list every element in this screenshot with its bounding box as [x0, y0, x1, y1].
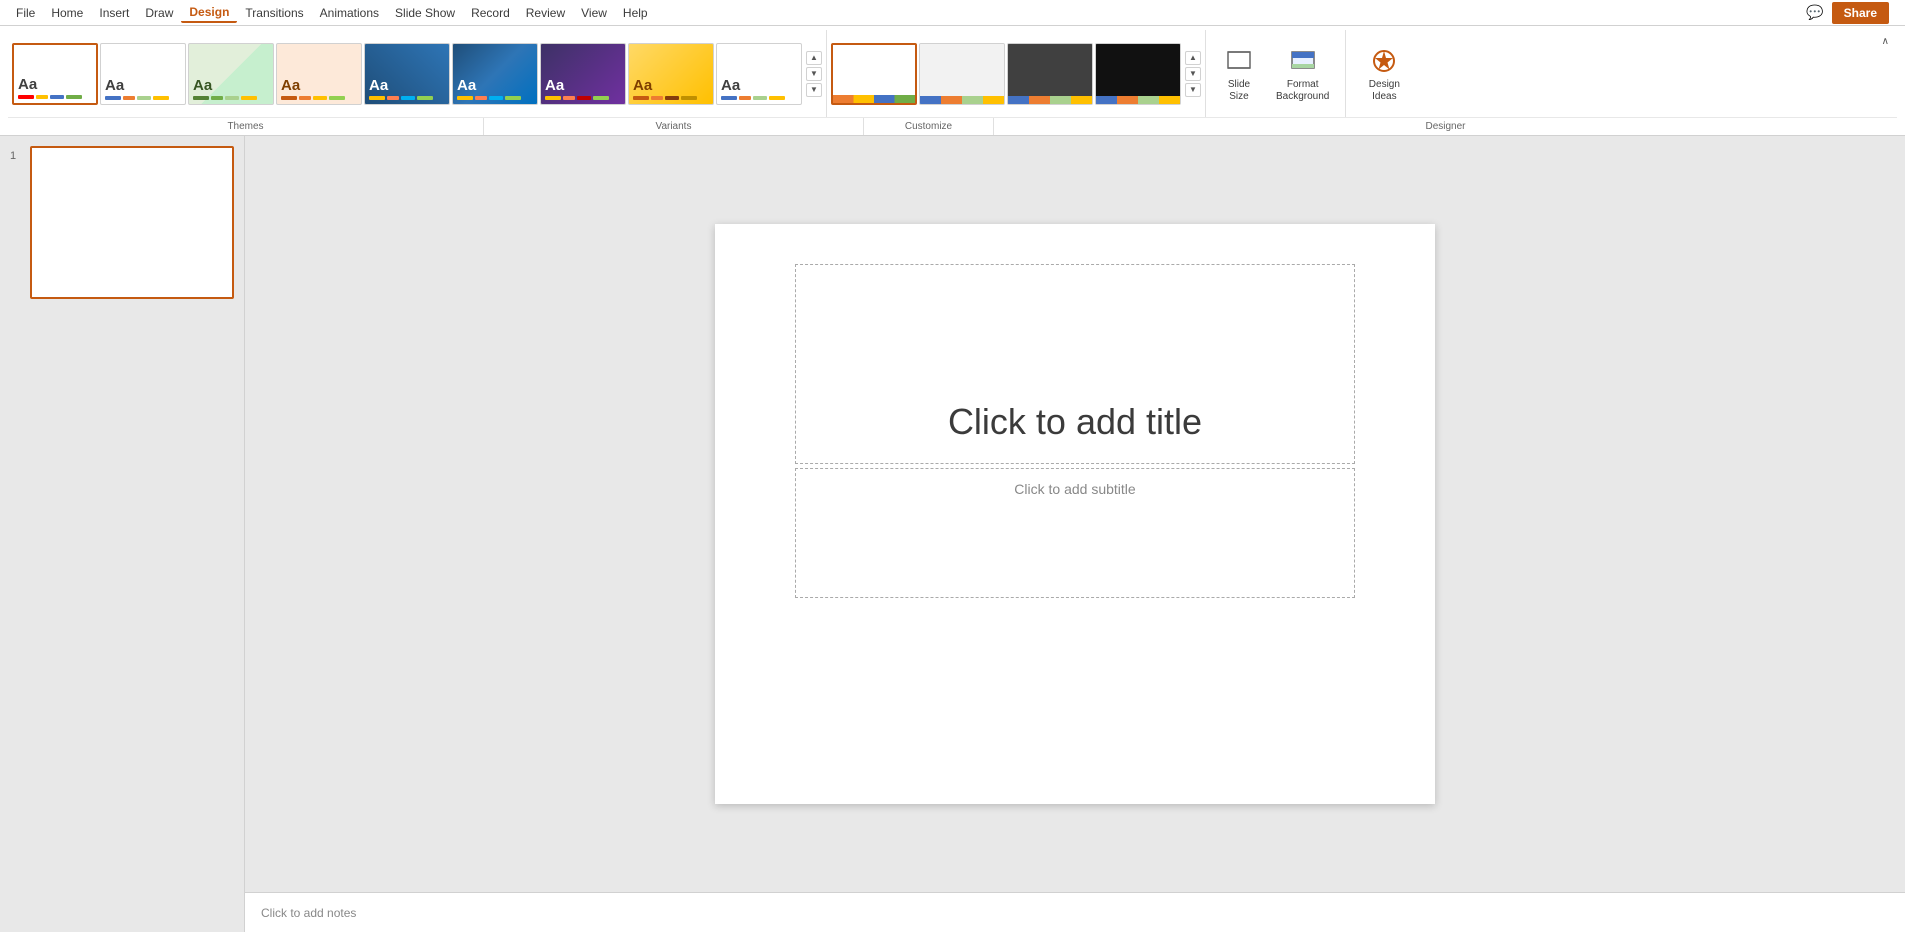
menu-insert[interactable]: Insert [91, 4, 137, 22]
menu-transitions[interactable]: Transitions [237, 4, 311, 22]
slide-number-1: 1 [10, 150, 24, 162]
theme-1[interactable]: Aa [12, 43, 98, 105]
slide-subtitle-placeholder: Click to add subtitle [1014, 481, 1135, 497]
design-ideas-label: DesignIdeas [1369, 79, 1400, 103]
slide-title-placeholder: Click to add title [948, 401, 1202, 443]
slide-title-box[interactable]: Click to add title [795, 264, 1355, 464]
slide-thumbnail-1[interactable] [30, 146, 234, 299]
variants-scroll-down[interactable]: ▼ [1185, 67, 1201, 81]
notes-placeholder: Click to add notes [261, 906, 356, 920]
variants-more[interactable]: ▼ [1185, 83, 1201, 97]
theme-3[interactable]: Aa [188, 43, 274, 105]
menu-home[interactable]: Home [43, 4, 91, 22]
menu-help[interactable]: Help [615, 4, 656, 22]
variants-scroll-up[interactable]: ▲ [1185, 51, 1201, 65]
slide-canvas[interactable]: Click to add title Click to add subtitle [715, 224, 1435, 804]
themes-scroll-up[interactable]: ▲ [806, 51, 822, 65]
menu-design[interactable]: Design [181, 3, 237, 23]
slide-size-button[interactable]: SlideSize [1214, 41, 1264, 107]
menu-view[interactable]: View [573, 4, 615, 22]
slide-subtitle-box[interactable]: Click to add subtitle [795, 468, 1355, 598]
themes-more[interactable]: ▼ [806, 83, 822, 97]
slide-size-icon [1223, 45, 1255, 77]
slide-size-label: SlideSize [1228, 79, 1250, 103]
variant-4[interactable] [1095, 43, 1181, 105]
variants-label: Variants [484, 118, 864, 135]
theme-6[interactable]: Aa [452, 43, 538, 105]
chat-icon[interactable]: 💬 [1806, 4, 1823, 21]
themes-label: Themes [8, 118, 484, 135]
menu-record[interactable]: Record [463, 4, 518, 22]
format-bg-icon [1287, 45, 1319, 77]
theme-7[interactable]: Aa [540, 43, 626, 105]
notes-area[interactable]: Click to add notes [245, 892, 1905, 932]
format-bg-label: FormatBackground [1276, 79, 1329, 103]
menu-draw[interactable]: Draw [137, 4, 181, 22]
menu-slideshow[interactable]: Slide Show [387, 4, 463, 22]
menu-review[interactable]: Review [518, 4, 573, 22]
slide-panel: 1 [0, 136, 245, 932]
customize-section: SlideSize FormatBackground [1206, 30, 1346, 117]
design-ideas-icon [1368, 45, 1400, 77]
share-button[interactable]: Share [1832, 2, 1889, 24]
format-background-button[interactable]: FormatBackground [1268, 41, 1337, 107]
design-ideas-button[interactable]: DesignIdeas [1354, 41, 1414, 107]
themes-section: Aa Aa [8, 30, 827, 117]
slide-canvas-area: Click to add title Click to add subtitle… [245, 136, 1905, 932]
theme-2[interactable]: Aa [100, 43, 186, 105]
menu-animations[interactable]: Animations [312, 4, 387, 22]
variant-1[interactable] [831, 43, 917, 105]
theme-4[interactable]: Aa [276, 43, 362, 105]
theme-9[interactable]: Aa [716, 43, 802, 105]
designer-section: DesignIdeas [1346, 30, 1422, 117]
variant-3[interactable] [1007, 43, 1093, 105]
theme-5[interactable]: Aa [364, 43, 450, 105]
customize-label: Customize [864, 118, 994, 135]
menu-file[interactable]: File [8, 4, 43, 22]
designer-label: Designer [994, 118, 1897, 135]
variants-section: ▲ ▼ ▼ [827, 30, 1206, 117]
ribbon-collapse-button[interactable]: ∧ [1878, 34, 1893, 49]
themes-scroll-down[interactable]: ▼ [806, 67, 822, 81]
theme-8[interactable]: Aa [628, 43, 714, 105]
variant-2[interactable] [919, 43, 1005, 105]
